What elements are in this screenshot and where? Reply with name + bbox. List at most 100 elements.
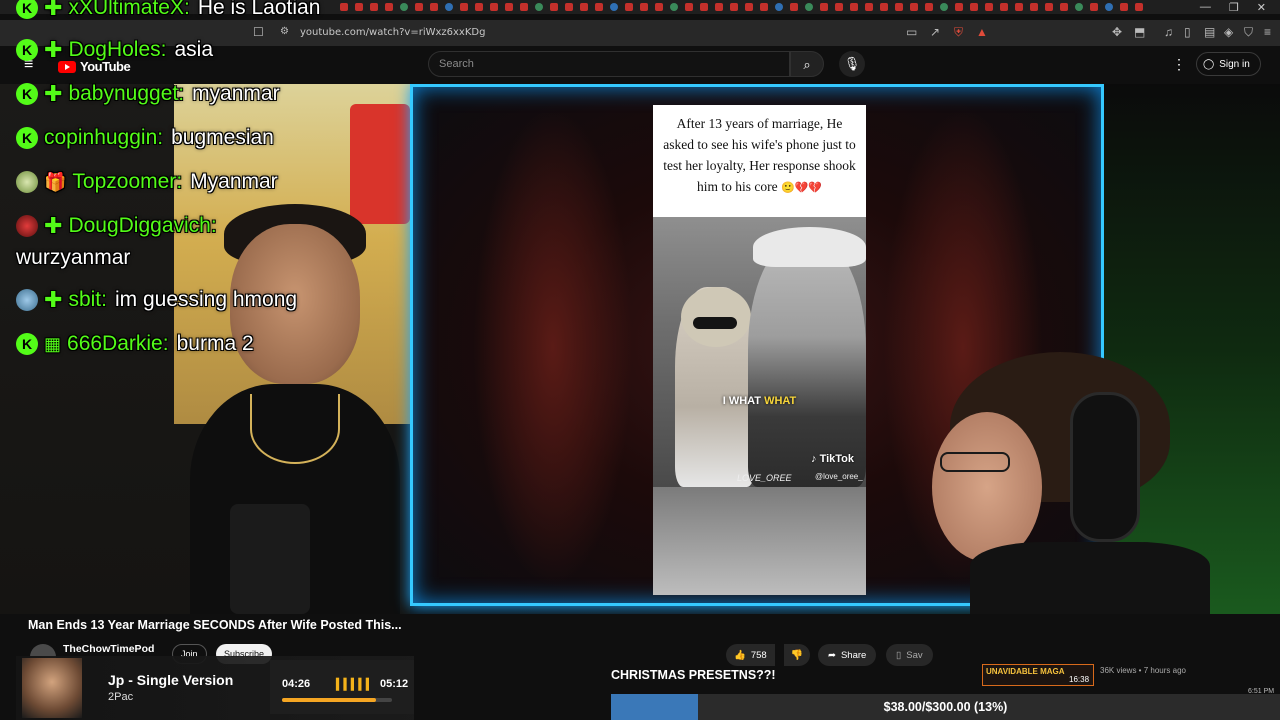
overlay-widget: UNAVIDABLE MAGA 16:38 [982,664,1094,686]
extension-alert-icon[interactable]: ▲ [976,25,988,39]
tiktok-caption: After 13 years of marriage, He asked to … [653,105,866,217]
browser-tab-favicon[interactable] [820,3,828,11]
browser-tab-favicon[interactable] [700,3,708,11]
browser-tab-favicon[interactable] [520,3,528,11]
browser-tab-favicon[interactable] [955,3,963,11]
chat-separator: : [210,214,217,237]
sidebar-icon[interactable]: ▯ [1184,25,1191,39]
browser-tab-favicon[interactable] [745,3,753,11]
browser-tab-favicon[interactable] [835,3,843,11]
browser-tab-favicon[interactable] [490,3,498,11]
chat-message: K ▦ 666Darkie: burma 2 [16,332,254,356]
share-page-icon[interactable]: ↗ [930,25,940,39]
equalizer-icon: ▍▍▍▍▍ [336,679,374,691]
browser-tab-favicon[interactable] [1135,3,1143,11]
close-icon[interactable]: ✕ [1257,1,1266,14]
browser-tab-favicon[interactable] [580,3,588,11]
view-count: 36K views • 7 hours ago [1100,666,1186,675]
video-title: Man Ends 13 Year Marriage SECONDS After … [28,618,402,632]
now-playing-widget: Jp - Single Version 2Pac 04:26 ▍▍▍▍▍ 05:… [16,656,414,720]
browser-tab-favicon[interactable] [670,3,678,11]
browser-tab-favicon[interactable] [1090,3,1098,11]
subtitle-yellow: WHAT [764,395,797,407]
chat-separator: : [176,170,183,193]
browser-tab-favicon[interactable] [1000,3,1008,11]
brave-shield-icon[interactable]: ⛉ [1244,25,1253,40]
browser-tab-favicon[interactable] [1105,3,1113,11]
browser-tab-favicon[interactable] [460,3,468,11]
voice-search-button[interactable]: 🎙 [839,51,865,77]
chat-separator: : [157,126,164,149]
browser-tab-favicon[interactable] [1030,3,1038,11]
browser-tab-favicon[interactable] [505,3,513,11]
more-options-icon[interactable]: ⋮ [1172,56,1186,73]
chat-username: 666Darkie [67,332,163,355]
save-button[interactable]: ▯ Sav [886,644,933,666]
browser-tab-favicon[interactable] [565,3,573,11]
cast-icon[interactable]: ▭ [906,25,917,39]
browser-tab-favicon[interactable] [850,3,858,11]
browser-tab-favicon[interactable] [730,3,738,11]
wallet-icon[interactable]: ▤ [1204,25,1215,39]
caption-text: After 13 years of marriage, He asked to … [663,116,856,194]
browser-tab-favicon[interactable] [535,3,543,11]
browser-tab-favicon[interactable] [685,3,693,11]
downloads-icon[interactable]: ⬒ [1134,25,1145,39]
browser-tab-favicon[interactable] [655,3,663,11]
chat-separator: : [178,82,185,105]
chat-text: Myanmar [190,170,278,193]
browser-tab-favicon[interactable] [1075,3,1083,11]
browser-tab-favicon[interactable] [610,3,618,11]
browser-tab-favicon[interactable] [1045,3,1053,11]
account-icon: ◯ [1203,58,1215,70]
share-label: Share [840,649,867,661]
browser-tab-favicon[interactable] [1015,3,1023,11]
browser-tab-favicon[interactable] [625,3,633,11]
caption-emoji: 🙂💔💔 [780,181,823,194]
tiktok-subtitle: I WHAT WHAT [653,395,866,407]
browser-tab-favicon[interactable] [910,3,918,11]
media-icon[interactable]: ♫ [1164,25,1173,39]
chat-text: im guessing hmong [114,288,298,311]
browser-tab-favicon[interactable] [940,3,948,11]
browser-menu-icon[interactable]: ≡ [1264,25,1271,39]
browser-tab-favicon[interactable] [970,3,978,11]
dislike-button[interactable]: 👎 [784,644,810,666]
browser-tab-favicon[interactable] [760,3,768,11]
channel-name[interactable]: TheChowTimePod [63,643,154,655]
browser-tab-favicon[interactable] [790,3,798,11]
browser-tab-favicon[interactable] [895,3,903,11]
minimize-icon[interactable]: — [1200,1,1211,13]
track-title: Jp - Single Version [108,672,234,688]
browser-tab-favicon[interactable] [865,3,873,11]
browser-tab-favicon[interactable] [880,3,888,11]
share-button[interactable]: ➦ Share [818,644,877,666]
browser-tab-favicon[interactable] [595,3,603,11]
like-button[interactable]: 👍 758 [726,644,775,666]
kick-badge-icon: K [16,0,38,19]
search-button[interactable]: ⌕ [790,51,824,77]
extension-shield-icon[interactable]: ⛨ [954,25,963,40]
vpn-icon[interactable]: ◈ [1224,25,1233,39]
browser-tab-favicon[interactable] [1120,3,1128,11]
browser-tab-favicon[interactable] [925,3,933,11]
man-figure [748,237,866,487]
browser-tab-favicon[interactable] [1060,3,1068,11]
browser-tab-favicon[interactable] [550,3,558,11]
search-input[interactable] [428,51,790,77]
sign-in-button[interactable]: ◯ Sign in [1196,52,1261,76]
extensions-icon[interactable]: ✥ [1112,25,1122,39]
user-avatar [16,171,38,193]
browser-tab-favicon[interactable] [985,3,993,11]
browser-tab-favicon[interactable] [475,3,483,11]
subtitle-white: I WHAT [722,395,762,407]
browser-tab-favicon[interactable] [640,3,648,11]
gold-chain [250,394,340,464]
kick-badge-icon: K [16,39,38,61]
chat-text: He is Laotian [197,0,321,19]
chat-username: DougDiggavich [68,214,211,237]
browser-tab-favicon[interactable] [805,3,813,11]
maximize-icon[interactable]: ❐ [1229,1,1239,14]
browser-tab-favicon[interactable] [775,3,783,11]
browser-tab-favicon[interactable] [715,3,723,11]
